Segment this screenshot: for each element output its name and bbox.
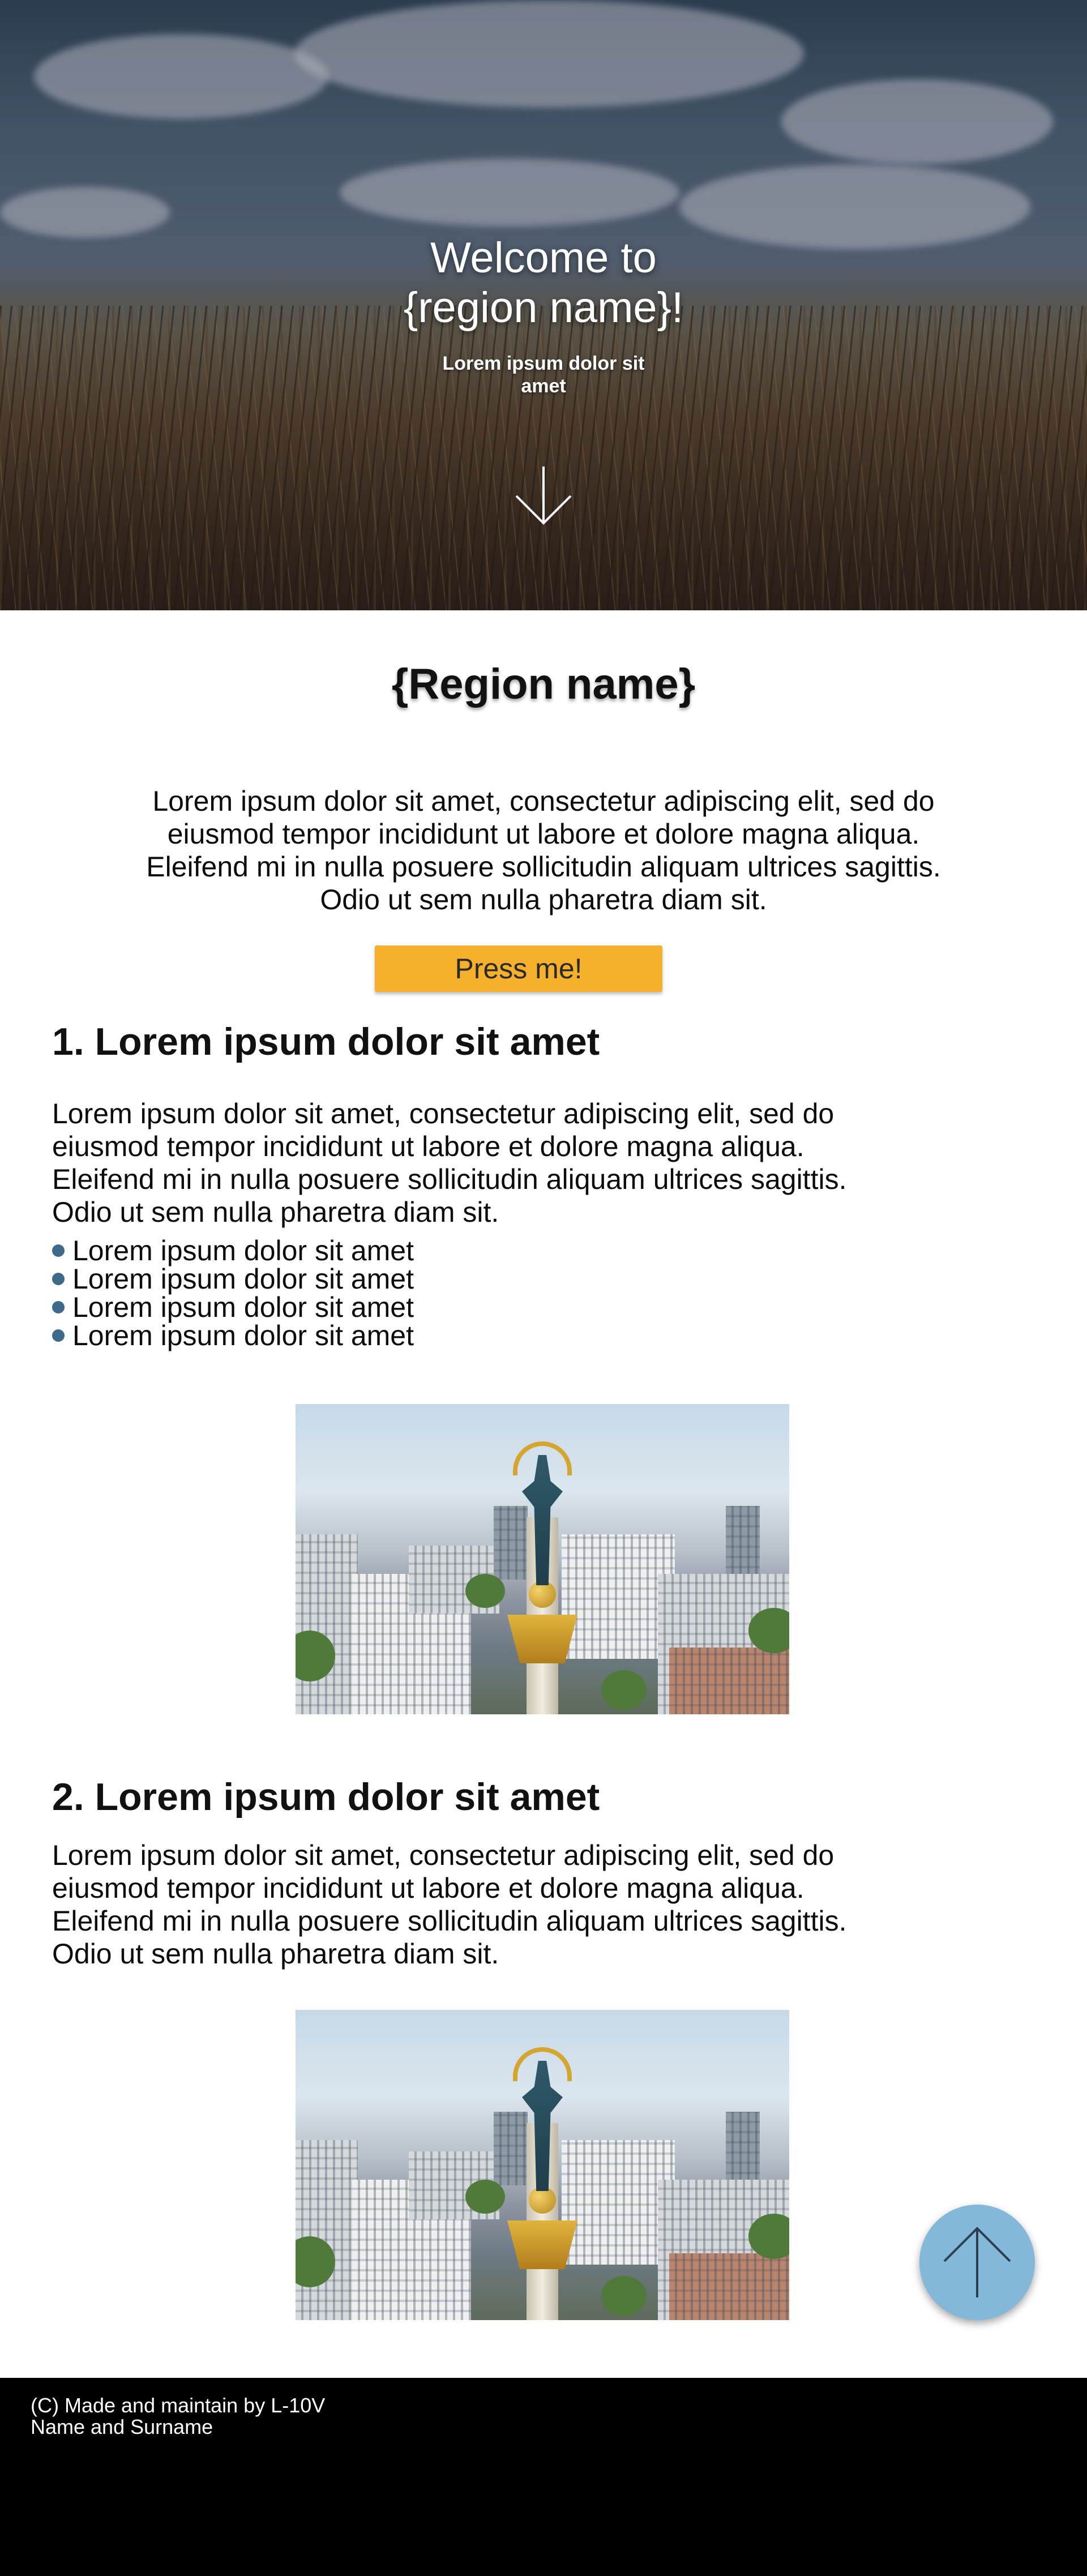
bullet-dot-icon bbox=[52, 1244, 65, 1257]
building bbox=[296, 2140, 358, 2320]
intro-line: Odio ut sem nulla pharetra diam sit. bbox=[320, 884, 767, 915]
building bbox=[669, 2253, 789, 2320]
section-2-text-line: Eleifend mi in nulla posuere sollicitudi… bbox=[52, 1905, 847, 1937]
building bbox=[494, 1506, 528, 1580]
section-2-text-line: Lorem ipsum dolor sit amet, consectetur … bbox=[52, 1839, 834, 1871]
building bbox=[296, 1534, 358, 1714]
section-2-text: Lorem ipsum dolor sit amet, consectetur … bbox=[52, 1839, 1049, 1970]
intro-line: Lorem ipsum dolor sit amet, consectetur … bbox=[152, 785, 935, 817]
tree bbox=[601, 2276, 647, 2316]
press-me-button[interactable]: Press me! bbox=[375, 945, 662, 992]
arrow-down-icon[interactable] bbox=[511, 463, 576, 529]
list-item: Lorem ipsum dolor sit amet bbox=[52, 1265, 414, 1293]
region-title: {Region name} bbox=[391, 660, 696, 708]
region-intro: Lorem ipsum dolor sit amet, consectetur … bbox=[51, 785, 1036, 916]
section-1-text-line: Lorem ipsum dolor sit amet, consectetur … bbox=[52, 1098, 834, 1129]
list-item-text: Lorem ipsum dolor sit amet bbox=[72, 1320, 414, 1351]
section-2-text-line: eiusmod tempor incididunt ut labore et d… bbox=[52, 1872, 804, 1904]
footer-author: Name and Surname bbox=[31, 2415, 213, 2438]
independence-monument-photo bbox=[296, 2010, 789, 2320]
list-item: Lorem ipsum dolor sit amet bbox=[52, 1293, 414, 1321]
arrow-up-icon bbox=[943, 2227, 1011, 2297]
scroll-to-top-button[interactable] bbox=[919, 2205, 1035, 2320]
hero-banner: Welcome to {region name}! Lorem ipsum do… bbox=[0, 0, 1087, 610]
hero-subtitle-line2: amet bbox=[521, 375, 566, 397]
hero-subtitle: Lorem ipsum dolor sit amet bbox=[0, 352, 1087, 397]
section-1-text-line: eiusmod tempor incididunt ut labore et d… bbox=[52, 1131, 804, 1162]
footer: (C) Made and maintain by L-10V Name and … bbox=[0, 2378, 1087, 2576]
tree bbox=[465, 2180, 505, 2214]
section-1-text-line: Eleifend mi in nulla posuere sollicitudi… bbox=[52, 1163, 847, 1195]
bullet-dot-icon bbox=[52, 1301, 65, 1313]
tree bbox=[601, 1670, 647, 1710]
hero-title-line1: Welcome to bbox=[430, 234, 657, 282]
building bbox=[669, 1648, 789, 1714]
hero-title-line2: {region name}! bbox=[403, 284, 684, 332]
list-item-text: Lorem ipsum dolor sit amet bbox=[72, 1291, 414, 1323]
section-1-text: Lorem ipsum dolor sit amet, consectetur … bbox=[52, 1097, 1049, 1229]
list-item: Lorem ipsum dolor sit amet bbox=[52, 1236, 414, 1265]
section-2-heading: 2. Lorem ipsum dolor sit amet bbox=[52, 1775, 600, 1818]
intro-line: eiusmod tempor incididunt ut labore et d… bbox=[167, 818, 920, 850]
section-1-bullet-list: Lorem ipsum dolor sit amet Lorem ipsum d… bbox=[52, 1236, 414, 1350]
intro-line: Eleifend mi in nulla posuere sollicitudi… bbox=[146, 851, 941, 883]
bullet-dot-icon bbox=[52, 1329, 65, 1342]
list-item: Lorem ipsum dolor sit amet bbox=[52, 1321, 414, 1350]
hero-subtitle-line1: Lorem ipsum dolor sit bbox=[442, 353, 645, 374]
list-item-text: Lorem ipsum dolor sit amet bbox=[72, 1235, 414, 1266]
list-item-text: Lorem ipsum dolor sit amet bbox=[72, 1263, 414, 1295]
footer-credit: (C) Made and maintain by L-10V bbox=[31, 2394, 326, 2417]
section-2-text-line: Odio ut sem nulla pharetra diam sit. bbox=[52, 1938, 499, 1970]
bullet-dot-icon bbox=[52, 1273, 65, 1285]
monument-wreath bbox=[513, 1441, 572, 1475]
section-1-heading: 1. Lorem ipsum dolor sit amet bbox=[52, 1020, 600, 1063]
independence-monument-photo bbox=[296, 1404, 789, 1714]
tree bbox=[465, 1574, 505, 1608]
monument-wreath bbox=[513, 2047, 572, 2081]
section-1-text-line: Odio ut sem nulla pharetra diam sit. bbox=[52, 1196, 499, 1228]
building bbox=[494, 2112, 528, 2185]
hero-title: Welcome to {region name}! bbox=[0, 233, 1087, 333]
